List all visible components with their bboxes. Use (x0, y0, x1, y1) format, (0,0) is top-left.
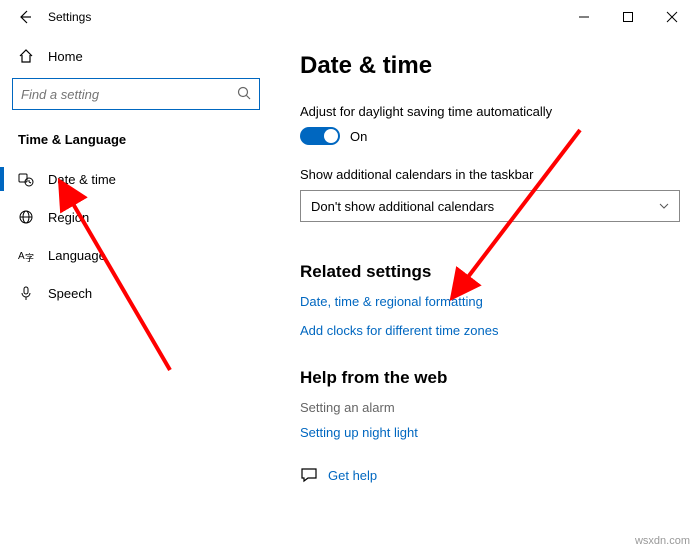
link-night-light[interactable]: Setting up night light (300, 425, 690, 440)
link-get-help[interactable]: Get help (328, 468, 377, 483)
maximize-icon (623, 12, 633, 22)
globe-icon (18, 209, 34, 225)
sidebar-item-region[interactable]: Region (12, 201, 260, 233)
arrow-left-icon (17, 9, 33, 25)
home-icon (18, 48, 34, 64)
dropdown-value: Don't show additional calendars (311, 199, 494, 214)
sidebar-item-label: Speech (48, 286, 92, 301)
calendars-dropdown[interactable]: Don't show additional calendars (300, 190, 680, 222)
related-heading: Related settings (300, 262, 690, 282)
language-icon: A字 (18, 247, 34, 263)
watermark: wsxdn.com (635, 535, 690, 547)
svg-text:A: A (18, 251, 25, 262)
search-input[interactable] (21, 87, 237, 102)
page-title: Date & time (300, 52, 690, 80)
content-area: Date & time Adjust for daylight saving t… (272, 34, 700, 553)
back-button[interactable] (16, 8, 34, 26)
minimize-icon (579, 12, 589, 22)
link-regional-formatting[interactable]: Date, time & regional formatting (300, 294, 690, 309)
help-muted-text: Setting an alarm (300, 400, 690, 415)
sidebar-section-title: Time & Language (18, 132, 260, 147)
toggle-state-label: On (350, 129, 367, 144)
sidebar-home[interactable]: Home (12, 40, 260, 78)
close-button[interactable] (650, 2, 694, 32)
help-heading: Help from the web (300, 368, 690, 388)
sidebar-item-label: Language (48, 248, 106, 263)
sidebar-item-date-time[interactable]: Date & time (12, 163, 260, 195)
microphone-icon (18, 285, 34, 301)
daylight-label: Adjust for daylight saving time automati… (300, 104, 690, 119)
sidebar-home-label: Home (48, 49, 83, 64)
minimize-button[interactable] (562, 2, 606, 32)
sidebar: Home Time & Language Date & time Region … (0, 34, 272, 553)
daylight-toggle[interactable] (300, 127, 340, 145)
sidebar-item-label: Region (48, 210, 89, 225)
chevron-down-icon (659, 199, 669, 214)
close-icon (667, 12, 677, 22)
titlebar: Settings (0, 0, 700, 34)
search-icon (237, 86, 251, 103)
calendars-label: Show additional calendars in the taskbar (300, 167, 690, 182)
svg-text:字: 字 (25, 252, 34, 263)
link-add-clocks[interactable]: Add clocks for different time zones (300, 323, 690, 338)
sidebar-item-language[interactable]: A字 Language (12, 239, 260, 271)
app-title: Settings (48, 10, 91, 24)
sidebar-item-label: Date & time (48, 172, 116, 187)
chat-bubble-icon (300, 466, 318, 484)
date-time-icon (18, 171, 34, 187)
search-box[interactable] (12, 78, 260, 110)
sidebar-item-speech[interactable]: Speech (12, 277, 260, 309)
maximize-button[interactable] (606, 2, 650, 32)
